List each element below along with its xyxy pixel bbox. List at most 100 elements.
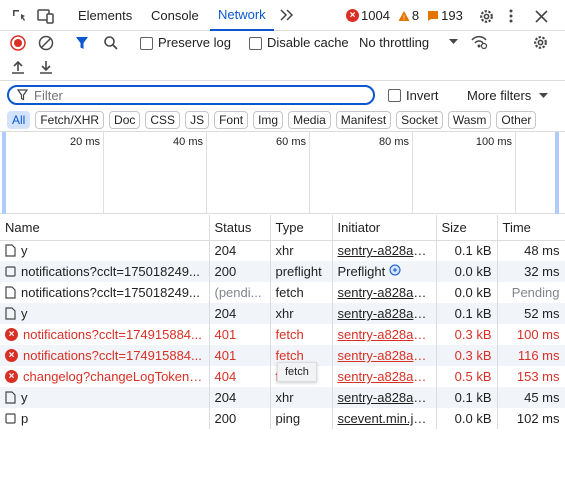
type-chip-css[interactable]: CSS [145,111,181,129]
table-header-row: Name Status Type Initiator Size Time [0,215,565,241]
cell-name[interactable]: p [0,408,210,429]
error-count[interactable]: × 1004 [346,8,390,23]
initiator-link[interactable]: sentry-a828a39... [338,369,436,384]
cell-type: fetch [270,324,333,345]
search-icon[interactable] [103,35,119,51]
overview-gridline [0,132,516,214]
disable-cache-checkbox[interactable] [249,37,262,50]
cell-name[interactable]: y [0,387,210,408]
import-har-upload-icon[interactable] [11,60,25,75]
preserve-log-checkbox[interactable] [140,37,153,50]
cell-initiator[interactable]: sentry-a828a39... [332,303,437,324]
cell-name[interactable]: × notifications?cclt=174915884... [0,345,210,366]
cell-name[interactable]: notifications?cclt=175018249... [0,282,210,303]
initiator-link[interactable]: Preflight [338,264,386,279]
cell-status: 204 [209,387,271,408]
filter-box [7,85,375,105]
warning-count[interactable]: ! 8 [398,8,419,23]
issues-count[interactable]: 193 [427,8,463,23]
cell-size: 0.0 kB [436,282,498,303]
request-row[interactable]: × notifications?cclt=174915884... 401 fetch… [0,324,565,345]
clear-icon[interactable] [38,35,54,51]
cell-initiator[interactable]: Preflight [332,261,437,282]
cell-name[interactable]: y [0,303,210,324]
column-header-name[interactable]: Name [0,215,210,241]
more-options-icon[interactable] [504,7,518,25]
filter-input[interactable] [34,87,334,103]
column-header-time[interactable]: Time [497,215,565,241]
column-header-initiator[interactable]: Initiator [332,215,437,241]
column-header-type[interactable]: Type [270,215,333,241]
cell-initiator[interactable]: sentry-a828a39... [332,324,437,345]
type-chip-js[interactable]: JS [185,111,210,129]
settings-gear-icon[interactable] [477,7,495,25]
request-name: p [21,411,29,426]
more-filters-dropdown-icon[interactable] [539,93,548,99]
filter-funnel-icon[interactable] [75,35,89,51]
cell-initiator[interactable]: sentry-a828a39... [332,387,437,408]
preflight-link-icon[interactable] [389,264,401,276]
cell-type: fetch [270,282,333,303]
overview-right-handle[interactable] [555,132,559,214]
filter-bar: Invert More filters [0,82,565,108]
initiator-link[interactable]: sentry-a828a39... [338,285,436,300]
type-chip-fetch-xhr[interactable]: Fetch/XHR [35,111,105,129]
cell-name[interactable]: notifications?cclt=175018249... [0,261,210,282]
cell-name[interactable]: y [0,240,210,261]
type-chip-doc[interactable]: Doc [109,111,141,129]
throttling-dropdown-icon[interactable] [449,39,458,45]
cell-type: xhr [270,240,333,261]
type-chip-img[interactable]: Img [253,111,284,129]
cell-initiator[interactable]: sentry-a828a39... [332,345,437,366]
type-chip-font[interactable]: Font [214,111,249,129]
close-icon[interactable] [532,7,550,25]
cell-name[interactable]: × changelog?changeLogToken=... [0,366,210,387]
request-row[interactable]: notifications?cclt=175018249... (pendi...… [0,282,565,303]
type-chip-all[interactable]: All [7,111,31,129]
cell-initiator[interactable]: sentry-a828a39... [332,366,437,387]
cell-size: 0.1 kB [436,303,498,324]
export-har-download-icon[interactable] [39,60,53,75]
timeline-overview[interactable]: 20 ms 40 ms 60 ms 80 ms 100 ms [0,132,565,214]
cell-initiator[interactable]: scevent.min.js:2 [332,408,437,429]
initiator-link[interactable]: sentry-a828a39... [338,348,436,363]
request-row[interactable]: y 204 xhr sentry-a828a39... 0.1 kB 45 ms [0,387,565,408]
tab-network[interactable]: Network [210,0,274,31]
network-conditions-icon[interactable] [470,34,488,50]
cell-time: 153 ms [497,366,565,387]
tab-elements[interactable]: Elements [70,0,140,31]
document-icon [5,244,16,257]
type-chip-other[interactable]: Other [496,111,537,129]
column-header-status[interactable]: Status [209,215,271,241]
type-chip-socket[interactable]: Socket [396,111,443,129]
type-chip-media[interactable]: Media [288,111,331,129]
request-row[interactable]: p 200 ping scevent.min.js:2 0.0 kB 102 ms [0,408,565,429]
initiator-link[interactable]: scevent.min.js:2 [338,411,431,426]
more-tabs-chevron-icon[interactable] [279,7,295,23]
cell-initiator[interactable]: sentry-a828a39... [332,282,437,303]
device-toolbar-icon[interactable] [37,7,55,25]
initiator-link[interactable]: sentry-a828a39... [338,306,436,321]
cell-initiator[interactable]: sentry-a828a39... [332,240,437,261]
initiator-link[interactable]: sentry-a828a39... [338,327,436,342]
error-icon: × [5,328,18,341]
cell-name[interactable]: × notifications?cclt=174915884... [0,324,210,345]
request-row[interactable]: y 204 xhr sentry-a828a39... 0.1 kB 48 ms [0,240,565,261]
preserve-log-label: Preserve log [158,35,231,50]
preflight-box-icon [5,266,16,277]
initiator-link[interactable]: sentry-a828a39... [338,390,436,405]
inspect-element-icon[interactable] [10,7,28,25]
throttling-select[interactable]: No throttling [359,35,429,50]
tab-console[interactable]: Console [143,0,207,31]
type-chip-wasm[interactable]: Wasm [447,111,492,129]
record-stop-icon[interactable] [10,35,26,51]
more-filters-button[interactable]: More filters [467,88,531,103]
column-header-size[interactable]: Size [436,215,498,241]
request-row[interactable]: y 204 xhr sentry-a828a39... 0.1 kB 52 ms [0,303,565,324]
cell-time: 32 ms [497,261,565,282]
network-settings-gear-icon[interactable] [532,34,549,51]
request-row[interactable]: notifications?cclt=175018249... 200 prefli… [0,261,565,282]
initiator-link[interactable]: sentry-a828a39... [338,243,436,258]
invert-checkbox[interactable] [388,89,401,102]
type-chip-manifest[interactable]: Manifest [335,111,392,129]
